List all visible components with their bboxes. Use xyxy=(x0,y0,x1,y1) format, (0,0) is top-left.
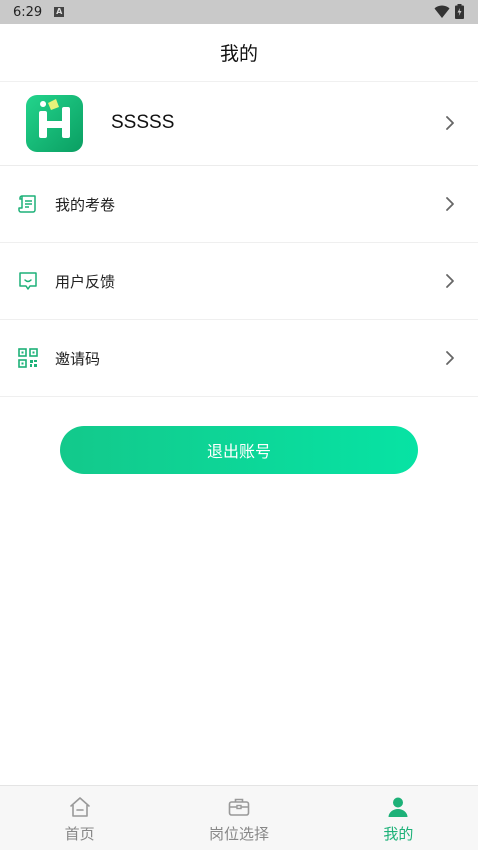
tab-label: 我的 xyxy=(383,825,414,843)
app-logo-avatar xyxy=(26,94,83,152)
menu-label: 我的考卷 xyxy=(55,195,116,214)
logout-button[interactable]: 退出账号 xyxy=(60,426,418,474)
chevron-right-icon xyxy=(446,197,454,211)
menu-item-my-papers[interactable]: 我的考卷 xyxy=(0,166,478,243)
bottom-tab-bar: 首页 岗位选择 我的 xyxy=(0,785,478,850)
briefcase-icon xyxy=(228,798,250,816)
tab-mine[interactable]: 我的 xyxy=(319,786,478,850)
qr-code-icon xyxy=(18,348,38,368)
tab-label: 首页 xyxy=(64,825,95,843)
tab-position-select[interactable]: 岗位选择 xyxy=(159,786,318,850)
chevron-right-icon xyxy=(446,274,454,288)
chevron-right-icon xyxy=(446,116,454,130)
page-title: 我的 xyxy=(219,43,258,65)
menu-item-user-feedback[interactable]: 用户反馈 xyxy=(0,243,478,320)
battery-icon xyxy=(455,4,464,19)
tab-label: 岗位选择 xyxy=(208,825,269,843)
tab-home[interactable]: 首页 xyxy=(0,786,159,850)
profile-name: SSSSS xyxy=(111,112,175,133)
profile-row[interactable]: SSSSS xyxy=(0,81,478,166)
status-bar: 6:29 A xyxy=(0,0,478,24)
menu-item-invite-code[interactable]: 邀请码 xyxy=(0,320,478,397)
header: 我的 xyxy=(0,24,478,82)
chevron-right-icon xyxy=(446,351,454,365)
user-icon xyxy=(388,797,408,817)
home-icon xyxy=(69,797,90,817)
status-time: 6:29 xyxy=(13,4,43,20)
document-icon xyxy=(18,195,36,213)
wifi-icon xyxy=(434,5,450,18)
notification-badge: A xyxy=(54,7,65,17)
menu-label: 用户反馈 xyxy=(55,272,116,291)
feedback-icon xyxy=(19,272,37,290)
status-indicators xyxy=(434,4,464,19)
menu-label: 邀请码 xyxy=(55,349,101,368)
